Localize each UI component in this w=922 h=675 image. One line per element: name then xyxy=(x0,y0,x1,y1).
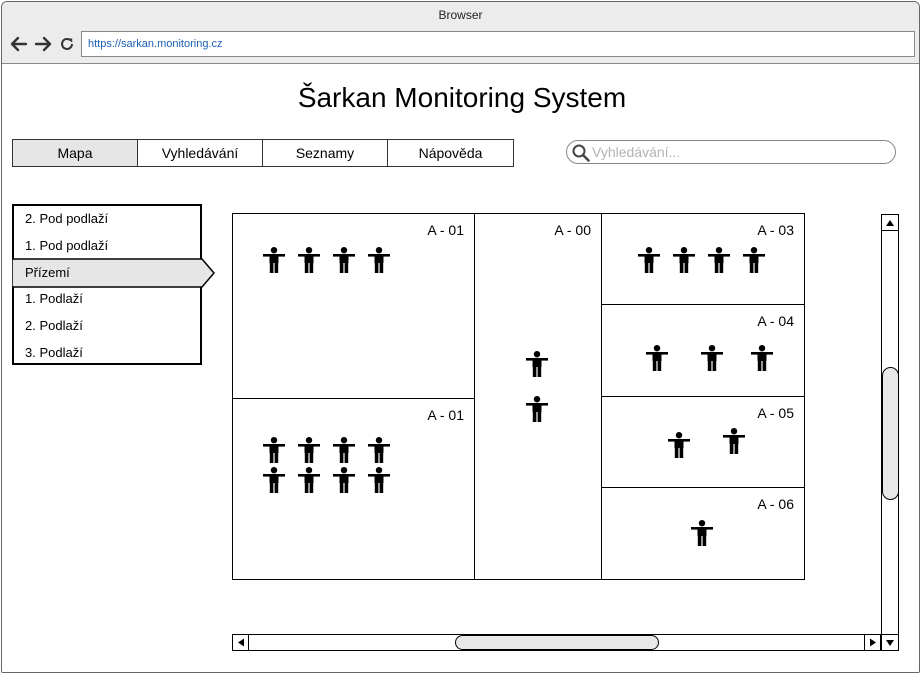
triangle-down-icon xyxy=(886,640,894,646)
back-button[interactable] xyxy=(9,34,29,54)
person-icon[interactable] xyxy=(526,351,548,377)
floor-item-1-podlazi[interactable]: 1. Podlaží xyxy=(14,286,200,313)
room-label: A - 04 xyxy=(757,313,794,329)
person-icon[interactable] xyxy=(691,520,713,546)
person-icon[interactable] xyxy=(668,432,690,458)
person-icon[interactable] xyxy=(751,345,773,371)
floor-item-2-podlazi[interactable]: 2. Podlaží xyxy=(14,313,200,340)
scroll-down-button[interactable] xyxy=(882,634,898,650)
scroll-left-button[interactable] xyxy=(233,635,249,650)
room-a-01-bottom[interactable]: A - 01 xyxy=(232,398,475,580)
person-icon[interactable] xyxy=(263,437,285,463)
room-label: A - 00 xyxy=(554,222,591,238)
forward-button[interactable] xyxy=(33,34,53,54)
floor-list: 2. Pod podlaží 1. Pod podlaží Přízemí 1.… xyxy=(12,204,215,367)
person-icon[interactable] xyxy=(701,345,723,371)
person-icon[interactable] xyxy=(526,396,548,422)
arrow-right-icon xyxy=(34,36,52,52)
floor-item-2-pod-podlazi[interactable]: 2. Pod podlaží xyxy=(14,206,200,233)
triangle-left-icon xyxy=(238,638,244,647)
scroll-up-button[interactable] xyxy=(882,215,898,231)
tab-napoveda[interactable]: Nápověda xyxy=(388,140,513,166)
room-label: A - 05 xyxy=(757,405,794,421)
page-title: Šarkan Monitoring System xyxy=(297,82,627,113)
room-a-00[interactable]: A - 00 xyxy=(474,213,602,580)
person-icon[interactable] xyxy=(263,467,285,493)
room-label: A - 01 xyxy=(427,407,464,423)
horizontal-scroll-thumb[interactable] xyxy=(455,635,659,650)
person-icon[interactable] xyxy=(333,247,355,273)
room-a-05[interactable]: A - 05 xyxy=(601,396,805,488)
browser-title: Browser xyxy=(438,8,483,22)
floor-item-prizemi[interactable]: Přízemí xyxy=(14,260,200,287)
person-icon[interactable] xyxy=(368,247,390,273)
room-label: A - 03 xyxy=(757,222,794,238)
triangle-up-icon xyxy=(886,220,894,226)
person-icon[interactable] xyxy=(298,247,320,273)
room-a-06[interactable]: A - 06 xyxy=(601,487,805,580)
person-icon[interactable] xyxy=(298,467,320,493)
person-icon[interactable] xyxy=(368,437,390,463)
address-bar[interactable]: https://sarkan.monitoring.cz xyxy=(81,31,915,57)
person-icon[interactable] xyxy=(673,247,695,273)
search-input[interactable] xyxy=(592,143,887,161)
person-icon[interactable] xyxy=(743,247,765,273)
person-icon[interactable] xyxy=(368,467,390,493)
search-icon xyxy=(572,144,590,162)
reload-button[interactable] xyxy=(57,34,77,54)
tab-seznamy[interactable]: Seznamy xyxy=(263,140,388,166)
tab-vyhledavani[interactable]: Vyhledávání xyxy=(138,140,263,166)
triangle-right-icon xyxy=(870,638,876,647)
person-icon[interactable] xyxy=(298,437,320,463)
floor-item-3-podlazi[interactable]: 3. Podlaží xyxy=(14,340,200,367)
vertical-scroll-thumb[interactable] xyxy=(882,367,899,500)
person-icon[interactable] xyxy=(646,345,668,371)
search-box xyxy=(566,140,896,164)
room-a-01-top[interactable]: A - 01 xyxy=(232,213,475,399)
main-tabs: Mapa Vyhledávání Seznamy Nápověda xyxy=(12,139,514,167)
floor-item-1-pod-podlazi[interactable]: 1. Pod podlaží xyxy=(14,233,200,260)
person-icon[interactable] xyxy=(708,247,730,273)
scroll-right-button[interactable] xyxy=(864,635,880,650)
person-icon[interactable] xyxy=(263,247,285,273)
browser-window: Browser https://sarkan.monitoring.cz Šar… xyxy=(1,1,920,673)
horizontal-scrollbar[interactable] xyxy=(232,634,881,651)
arrow-left-icon xyxy=(10,36,28,52)
person-icon[interactable] xyxy=(638,247,660,273)
person-icon[interactable] xyxy=(333,467,355,493)
room-label: A - 01 xyxy=(427,222,464,238)
person-icon[interactable] xyxy=(333,437,355,463)
browser-toolbar: Browser https://sarkan.monitoring.cz xyxy=(2,2,919,64)
reload-icon xyxy=(61,37,73,50)
vertical-scrollbar[interactable] xyxy=(881,214,899,651)
tab-mapa[interactable]: Mapa xyxy=(13,140,138,166)
room-a-04[interactable]: A - 04 xyxy=(601,304,805,397)
room-a-03[interactable]: A - 03 xyxy=(601,213,805,305)
room-label: A - 06 xyxy=(757,496,794,512)
floor-map: A - 01 A - 01 A - 00 A - 03 A - 04 A - 0… xyxy=(232,213,805,580)
person-icon[interactable] xyxy=(723,428,745,454)
